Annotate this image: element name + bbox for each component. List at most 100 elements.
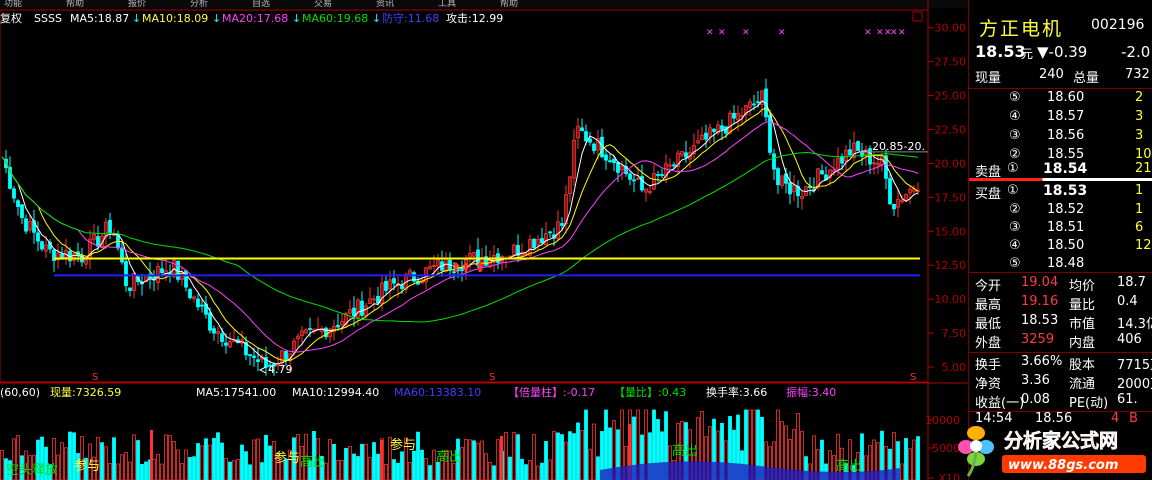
down-arrow-icon: ↓ [292, 12, 301, 25]
price-change-pct: -2.0 [1121, 43, 1151, 61]
candle-body [284, 351, 288, 360]
main-chart[interactable]: 30.00 27.50 25.00 22.50 20.00 17.50 15.00 12.50… [0, 0, 968, 480]
fund-row: 收益(一) 0.08 PE(动) 61. [969, 391, 1152, 411]
volume-signal-label: 参与 [390, 437, 416, 453]
volume-bar [248, 464, 252, 480]
spread-bar [969, 178, 1152, 181]
candle-body [360, 300, 364, 316]
candle-body [196, 298, 200, 308]
y-tick-label: 17.50 [935, 191, 967, 204]
ask-row: 卖盘 ① 18.54 21 [969, 160, 1152, 180]
ask-level: ⑤ [1009, 90, 1021, 105]
volume-bar [904, 437, 908, 480]
volume-bar [512, 432, 516, 480]
volume-bar [132, 434, 136, 480]
ask-price: 18.56 [1047, 128, 1085, 143]
indicator-ma5: MA5:18.87 [70, 12, 129, 25]
volume-bar [560, 434, 564, 480]
volume-bar [368, 456, 372, 480]
ask-vol: 21 [1135, 161, 1152, 176]
volume-bar [0, 449, 4, 480]
volume-bar [520, 458, 524, 480]
volume-bar [472, 440, 476, 480]
candle-body [256, 359, 260, 362]
bid-price: 18.51 [1047, 220, 1085, 235]
fund-value: 7715万 [1117, 358, 1152, 373]
bid-price: 18.50 [1047, 238, 1085, 253]
volume-bar [116, 463, 120, 480]
volume-bar [128, 461, 132, 480]
candle-body [36, 232, 40, 242]
volume-bar [144, 461, 148, 480]
candle-body [584, 131, 588, 142]
candle-body [352, 307, 356, 317]
stat-row: 外盘 3259 内盘 406 [969, 331, 1152, 351]
volume-bar [420, 449, 424, 480]
total-vol-label: 总量 [1073, 71, 1100, 86]
ask-level: ④ [1009, 109, 1021, 124]
volume-bar [64, 447, 68, 480]
volume-signal-label: 参与 [274, 450, 300, 466]
volume-bar [412, 450, 416, 480]
vol-indicator-ma5: MA5:17541.00 [196, 386, 276, 399]
indicator-attack: 攻击:12.99 [446, 11, 503, 25]
candle-body [532, 238, 536, 248]
fund-label: 流通 [1069, 377, 1096, 392]
indicator-ma10: MA10:18.09 [142, 12, 208, 25]
volume-bar [352, 453, 356, 480]
stat-value: 19.16 [1021, 294, 1059, 309]
fund-label: 收益(一) [975, 396, 1025, 411]
stat-label: 外盘 [975, 336, 1002, 351]
volume-bar [256, 438, 260, 480]
volume-bar [532, 434, 536, 480]
volume-bar [372, 442, 376, 480]
candle-body [768, 114, 772, 153]
candle-body [732, 112, 736, 119]
star-marker-icon: ✕ [864, 28, 872, 38]
y-tick-label: 5.00 [942, 361, 967, 374]
candle-body [460, 269, 464, 272]
volume-bar-highlight [380, 440, 383, 480]
down-arrow-icon: ↓ [372, 12, 381, 25]
signal-s-icon: S [489, 372, 495, 383]
candle-body [888, 178, 892, 205]
volume-bar [216, 432, 220, 480]
volume-bar [464, 439, 468, 480]
volume-bar [100, 442, 104, 480]
candle-body [848, 149, 852, 156]
volume-bar [340, 459, 344, 480]
y-tick-label: 10.00 [935, 293, 967, 306]
star-marker-icon: ✕ [706, 28, 714, 38]
volume-bar [584, 409, 588, 480]
ask-vol: 3 [1135, 128, 1144, 143]
fund-value: 61. [1117, 392, 1138, 407]
stat-label: 量比 [1069, 298, 1096, 313]
stat-label: 最低 [975, 317, 1002, 332]
ask-vol: 3 [1135, 109, 1144, 124]
volume-bar [220, 442, 224, 480]
candle-body [40, 241, 44, 250]
candle-body [308, 328, 312, 330]
volume-bar [596, 456, 600, 480]
volume-bar [160, 463, 164, 480]
candle-body [820, 170, 824, 175]
candle-body [548, 231, 552, 234]
ask-level: ① [1007, 161, 1019, 176]
cur-vol-label: 现量 [975, 71, 1002, 86]
yuan-unit: 元 [1021, 47, 1034, 61]
indicator-ma60: MA60:19.68 [302, 12, 368, 25]
candle-body [628, 173, 632, 180]
candle-body [160, 268, 164, 273]
signal-s-icon: S [910, 372, 916, 383]
panel-toggle-icon[interactable] [912, 11, 923, 22]
indicator-mode: 复权 [0, 11, 22, 25]
volume-bar [356, 456, 360, 480]
candle-body [400, 285, 404, 290]
stat-label: 今开 [975, 279, 1002, 294]
volume-bar [592, 423, 596, 480]
volume-bar [156, 453, 160, 480]
volume-bar [524, 464, 528, 480]
stat-label: 最高 [975, 298, 1002, 313]
volume-bar [196, 443, 200, 480]
candle-body [660, 174, 664, 176]
